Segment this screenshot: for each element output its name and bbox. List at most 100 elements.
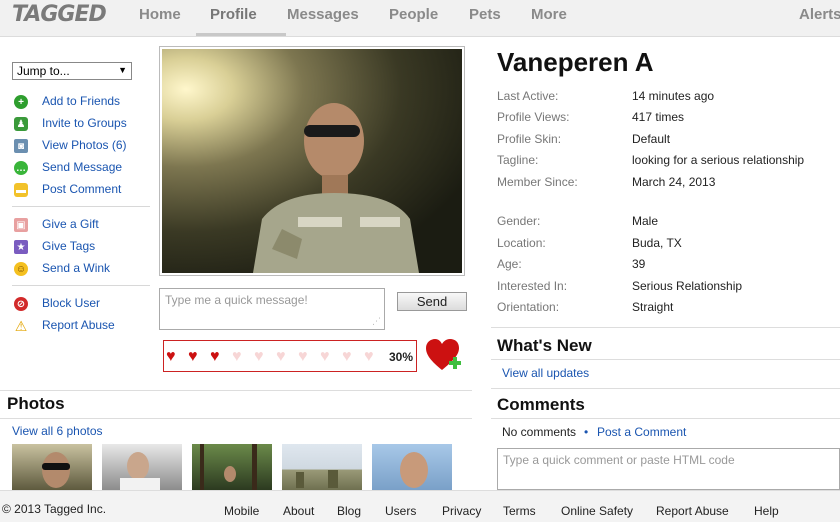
view-all-photos-link[interactable]: View all 6 photos (12, 424, 103, 438)
heart-filled-icon: ♥ (210, 348, 220, 365)
heart-empty-icon: ♥ (364, 348, 374, 365)
info-value: 14 minutes ago (632, 89, 715, 103)
block-user-label: Block User (42, 296, 101, 310)
info-value: 417 times (632, 110, 685, 124)
photo-thumbnail-image (120, 452, 160, 490)
section-divider (491, 388, 840, 389)
copyright-text: © 2013 Tagged Inc. (2, 502, 107, 516)
photo-thumbnail[interactable] (372, 444, 452, 490)
nav-profile[interactable]: Profile (210, 6, 257, 23)
hearts-meter: ♥ ♥ ♥ ♥ ♥ ♥ ♥ ♥ ♥ ♥ 30% (163, 340, 417, 372)
photo-thumbnail-image (296, 470, 338, 488)
section-divider (491, 359, 840, 360)
resize-grip-icon[interactable]: ⋰ (372, 316, 381, 327)
nav-pets[interactable]: Pets (469, 6, 501, 23)
give-tags-label: Give Tags (42, 239, 96, 253)
nav-more[interactable]: More (531, 6, 567, 23)
footer-link-blog[interactable]: Blog (337, 504, 361, 518)
photo-thumbnail[interactable] (192, 444, 272, 490)
add-friend-icon: + (14, 95, 28, 109)
info-label: Last Active: (497, 89, 559, 103)
gift-icon: ▣ (14, 218, 28, 232)
photo-thumbnail-image (200, 444, 257, 490)
photo-thumbnail-image (400, 452, 428, 488)
jump-to-select[interactable]: Jump to... ▼ (12, 62, 132, 80)
info-value: Serious Relationship (632, 279, 743, 293)
camera-icon: ◙ (14, 139, 28, 153)
info-label: Profile Skin: (497, 132, 562, 146)
tagged-logo[interactable]: TAGGED (12, 2, 107, 27)
info-value: Male (632, 214, 659, 228)
footer-link-online-safety[interactable]: Online Safety (561, 504, 633, 518)
nav-people[interactable]: People (389, 6, 438, 23)
comment-placeholder: Type a quick comment or paste HTML code (503, 453, 735, 467)
quick-message-input[interactable]: Type me a quick message! ⋰ (159, 288, 385, 330)
profile-photo[interactable] (159, 46, 465, 276)
bullet-separator: • (584, 425, 589, 439)
footer-link-help[interactable]: Help (754, 504, 779, 518)
footer-link-users[interactable]: Users (385, 504, 416, 518)
info-label: Gender: (497, 214, 541, 228)
post-a-comment-link[interactable]: Post a Comment (597, 425, 686, 439)
quick-message-placeholder: Type me a quick message! (165, 293, 308, 307)
info-value: 39 (632, 257, 646, 271)
top-navigation: TAGGED Home Profile Messages People Pets… (0, 0, 840, 37)
section-divider (491, 327, 840, 328)
info-label: Age: (497, 257, 522, 271)
nav-messages[interactable]: Messages (287, 6, 359, 23)
invite-to-groups-label: Invite to Groups (42, 116, 127, 130)
heart-filled-icon: ♥ (166, 348, 176, 365)
nav-home[interactable]: Home (139, 6, 181, 23)
nav-alerts-label: Alerts (799, 6, 840, 23)
info-label: Orientation: (497, 300, 560, 314)
sidebar-divider (12, 206, 150, 207)
heart-empty-icon: ♥ (254, 348, 264, 365)
info-label: Interested In: (497, 279, 568, 293)
photo-thumbnail[interactable] (282, 444, 362, 490)
info-value: Default (632, 132, 671, 146)
chevron-down-icon: ▼ (118, 65, 127, 75)
active-tab-indicator (196, 33, 286, 36)
send-button[interactable]: Send (397, 292, 467, 311)
report-abuse-label: Report Abuse (42, 318, 115, 332)
view-all-updates-link[interactable]: View all updates (502, 366, 589, 380)
jump-to-label: Jump to... (17, 64, 70, 78)
post-comment-label: Post Comment (42, 182, 122, 196)
heart-empty-icon: ♥ (342, 348, 352, 365)
footer-link-privacy[interactable]: Privacy (442, 504, 481, 518)
person-silhouette (253, 103, 419, 273)
add-to-friends-label: Add to Friends (42, 94, 121, 108)
photos-heading: Photos (7, 394, 65, 413)
star-icon: ★ (14, 240, 28, 254)
heart-empty-icon: ♥ (232, 348, 242, 365)
section-divider (0, 390, 472, 391)
profile-photo-image (162, 49, 462, 273)
heart-empty-icon: ♥ (320, 348, 330, 365)
nav-alerts[interactable]: Alerts (799, 6, 840, 23)
add-heart-icon[interactable] (425, 338, 463, 374)
heart-filled-icon: ♥ (188, 348, 198, 365)
info-label: Tagline: (497, 153, 539, 167)
comments-heading: Comments (497, 395, 585, 414)
photo-thumbnail[interactable] (12, 444, 92, 490)
section-divider (0, 418, 472, 419)
photo-thumbnail[interactable] (102, 444, 182, 490)
footer-link-mobile[interactable]: Mobile (224, 504, 259, 518)
footer-link-terms[interactable]: Terms (503, 504, 536, 518)
info-value: March 24, 2013 (632, 175, 716, 189)
info-value: Straight (632, 300, 674, 314)
footer: © 2013 Tagged Inc. Mobile About Blog Use… (0, 490, 840, 522)
wink-icon: ☺ (14, 262, 28, 276)
give-a-gift-label: Give a Gift (42, 217, 99, 231)
footer-link-report-abuse[interactable]: Report Abuse (656, 504, 729, 518)
send-a-wink-label: Send a Wink (42, 261, 111, 275)
info-value: looking for a serious relationship (632, 153, 805, 167)
footer-link-about[interactable]: About (283, 504, 314, 518)
photo-thumbnail-image (42, 452, 70, 488)
block-icon: ⊘ (14, 297, 28, 311)
send-message-label: Send Message (42, 160, 123, 174)
no-comments-text: No comments (502, 425, 577, 439)
info-label: Profile Views: (497, 110, 570, 124)
comment-input[interactable]: Type a quick comment or paste HTML code (497, 448, 840, 490)
info-label: Member Since: (497, 175, 578, 189)
